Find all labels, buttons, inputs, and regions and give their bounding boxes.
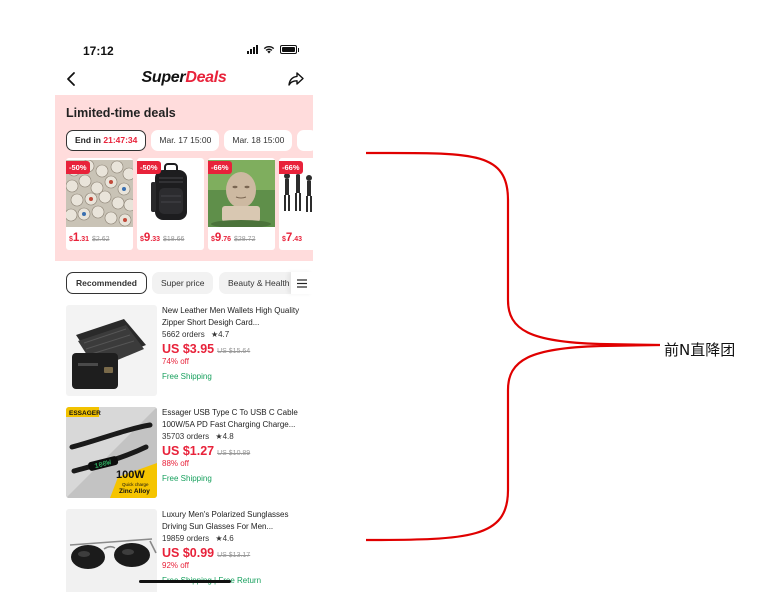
curly-bracket [365,151,661,542]
page: 17:12 SuperDeals Limited-time deals End … [0,0,769,615]
annotation-label: 前N直降团 [664,341,736,359]
